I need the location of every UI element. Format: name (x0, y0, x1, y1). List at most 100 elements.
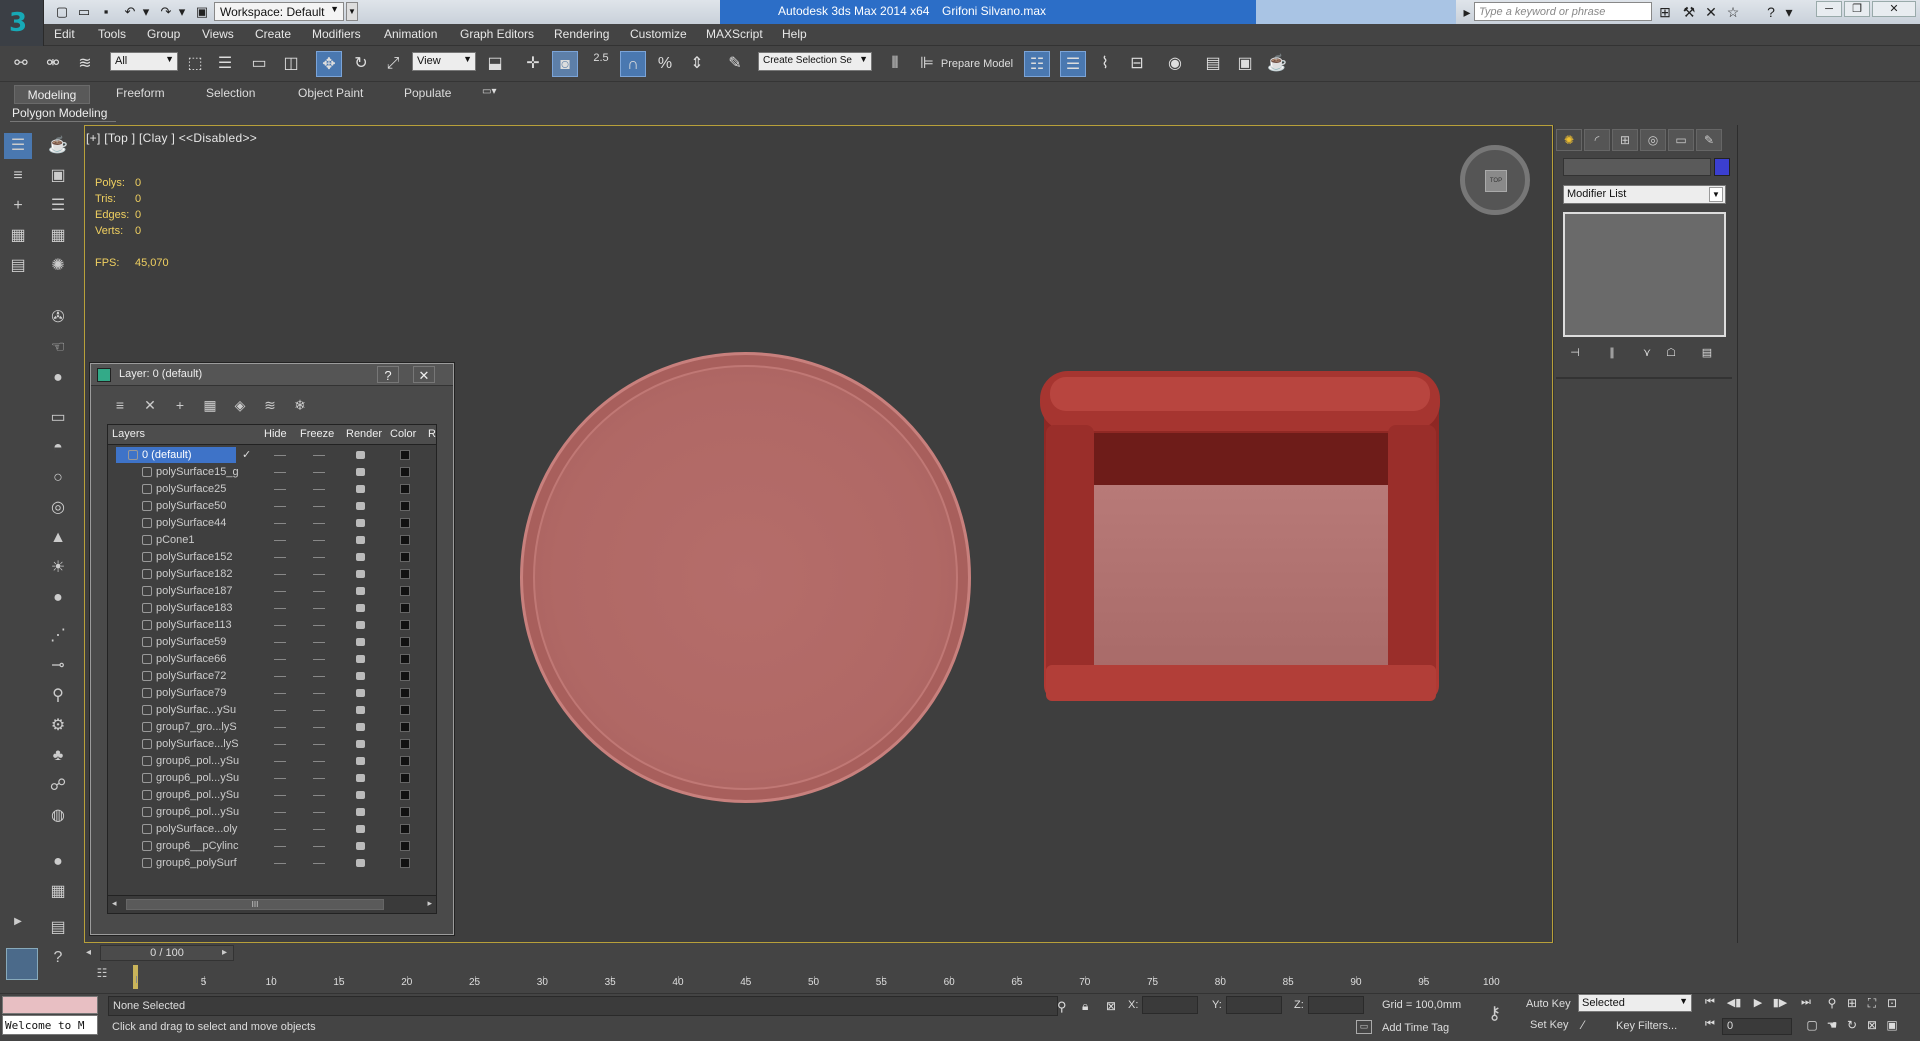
absolute-mode-icon[interactable]: ⊠ (1106, 999, 1116, 1013)
biped-icon[interactable]: ☍ (44, 773, 72, 799)
object-color-swatch[interactable] (1714, 158, 1730, 176)
layer-row[interactable]: group6_pol...ySu (108, 753, 436, 770)
pan-icon[interactable]: ☚ (1822, 1018, 1842, 1036)
layer-name[interactable]: polySurface72 (156, 670, 246, 682)
layer-name[interactable]: polySurface59 (156, 636, 246, 648)
key-curve-icon[interactable]: ⁄ (1582, 1018, 1584, 1032)
render-teapot-icon[interactable] (356, 808, 365, 816)
col-color[interactable]: Color (390, 428, 416, 440)
hide-toggle[interactable] (274, 455, 286, 456)
workspace-menu-button[interactable]: ▼ (346, 2, 358, 21)
menu-create[interactable]: Create (255, 27, 291, 41)
favorites-star-icon[interactable]: ☆ (1724, 2, 1742, 22)
layer-color-swatch[interactable] (400, 535, 410, 545)
render-teapot-icon[interactable] (356, 706, 365, 714)
orbit-icon[interactable]: ↻ (1842, 1018, 1862, 1036)
communication-icon[interactable]: ✕ (1702, 2, 1720, 22)
layer-manager-dialog[interactable]: Layer: 0 (default) ? ✕ ≡ ✕ + ▦ ◈ ≋ ❄ Lay… (90, 363, 454, 935)
layer-row[interactable]: group6_polySurf (108, 855, 436, 872)
ref-coord-dropdown[interactable]: View ▼ (412, 52, 476, 71)
render-teapot-icon[interactable] (356, 468, 365, 476)
hide-toggle[interactable] (274, 557, 286, 558)
layer-name[interactable]: polySurface152 (156, 551, 246, 563)
hide-toggle[interactable] (274, 523, 286, 524)
panel-splitter[interactable] (1737, 125, 1738, 943)
help-circle-icon[interactable]: ? (44, 945, 72, 971)
search-input[interactable]: Type a keyword or phrase (1474, 2, 1652, 21)
select-by-name-icon[interactable]: ☰ (212, 51, 238, 77)
render-teapot-icon[interactable] (356, 774, 365, 782)
layer-color-swatch[interactable] (400, 858, 410, 868)
zoom-extents-icon[interactable]: ⛶ (1862, 996, 1882, 1014)
next-frame-icon[interactable]: ▮▶ (1770, 996, 1790, 1012)
plant-icon[interactable]: ♣ (44, 743, 72, 769)
particles-icon[interactable]: ⋰ (44, 623, 72, 649)
teapot-icon[interactable]: ☕ (44, 133, 72, 159)
layer-color-swatch[interactable] (400, 637, 410, 647)
layer-row[interactable]: polySurface59 (108, 634, 436, 651)
tab-selection[interactable]: Selection (206, 86, 255, 100)
render-teapot-icon[interactable] (356, 621, 365, 629)
menu-modifiers[interactable]: Modifiers (312, 27, 361, 41)
light-icon[interactable]: ✺ (44, 253, 72, 279)
render-teapot-icon[interactable] (356, 570, 365, 578)
key-filters-button[interactable]: Key Filters... (1616, 1020, 1677, 1032)
render-frame-icon[interactable]: ▣ (44, 163, 72, 189)
connect-icon[interactable]: ⊸ (44, 653, 72, 679)
minimize-button[interactable]: ─ (1816, 1, 1842, 17)
freeze-toggle[interactable] (313, 455, 325, 456)
goto-end-icon[interactable]: ⏭ (1796, 996, 1816, 1012)
layer-row[interactable]: group6_pol...ySu (108, 804, 436, 821)
round-table-object[interactable] (520, 352, 971, 803)
layer-color-swatch[interactable] (400, 552, 410, 562)
viewport-label[interactable]: [+] [Top ] [Clay ] <<Disabled>> (86, 131, 257, 145)
freeze-toggle[interactable] (313, 710, 325, 711)
highlight-layer-icon[interactable]: ◈ (229, 394, 251, 416)
play-icon[interactable]: ▶ (1748, 996, 1768, 1012)
create-tab-icon[interactable]: ✺ (1556, 129, 1582, 151)
layer-name[interactable]: group6_pol...ySu (156, 755, 246, 767)
layer-manager-icon[interactable]: ☰ (1060, 51, 1086, 77)
hide-toggle[interactable] (274, 574, 286, 575)
layer-row[interactable]: polySurface66 (108, 651, 436, 668)
add-layer-icon[interactable]: + (4, 193, 32, 219)
render-teapot-icon[interactable] (356, 587, 365, 595)
viewcube[interactable]: TOP (1460, 145, 1530, 215)
modifier-stack[interactable] (1563, 212, 1726, 337)
layer-row[interactable]: polySurface15_g (108, 464, 436, 481)
freeze-toggle[interactable] (313, 863, 325, 864)
menu-help[interactable]: Help (782, 27, 807, 41)
freeze-toggle[interactable] (313, 744, 325, 745)
key-icon[interactable]: ⚷ (1488, 1003, 1501, 1024)
layer-row[interactable]: polySurface79 (108, 685, 436, 702)
freeze-toggle[interactable] (313, 676, 325, 677)
freeze-toggle[interactable] (313, 829, 325, 830)
render-teapot-icon[interactable] (356, 859, 365, 867)
maxscript-output[interactable]: Welcome to M (2, 1015, 98, 1035)
pin-stack-icon[interactable]: ⊣ (1564, 346, 1586, 362)
help-button[interactable]: ? (377, 366, 399, 383)
layer-name[interactable]: polySurface44 (156, 517, 246, 529)
track-bar[interactable] (134, 963, 1553, 993)
modifier-list-dropdown[interactable]: Modifier List ▼ (1563, 185, 1726, 204)
expand-arrow-icon[interactable]: ▶ (4, 909, 32, 935)
material-sphere-icon[interactable]: ● (44, 849, 72, 875)
freeze-toggle[interactable] (313, 472, 325, 473)
hide-toggle[interactable] (274, 744, 286, 745)
angle-snap-icon[interactable]: ∩ (620, 51, 646, 77)
sun-icon[interactable]: ☀ (44, 555, 72, 581)
hide-toggle[interactable] (274, 608, 286, 609)
new-file-icon[interactable]: ▢ (52, 3, 72, 21)
render-teapot-icon[interactable] (356, 553, 365, 561)
select-layer-objects-icon[interactable]: ▦ (199, 394, 221, 416)
hide-all-icon[interactable]: ≋ (259, 394, 281, 416)
hide-toggle[interactable] (274, 625, 286, 626)
hide-toggle[interactable] (274, 727, 286, 728)
layer-name[interactable]: polySurface183 (156, 602, 246, 614)
col-layers[interactable]: Layers (112, 428, 145, 440)
menu-maxscript[interactable]: MAXScript (706, 27, 763, 41)
motion-tab-icon[interactable]: ◎ (1640, 129, 1666, 151)
hide-toggle[interactable] (274, 795, 286, 796)
modify-tab-icon[interactable]: ◜ (1584, 129, 1610, 151)
hand-icon[interactable]: ☜ (44, 335, 72, 361)
